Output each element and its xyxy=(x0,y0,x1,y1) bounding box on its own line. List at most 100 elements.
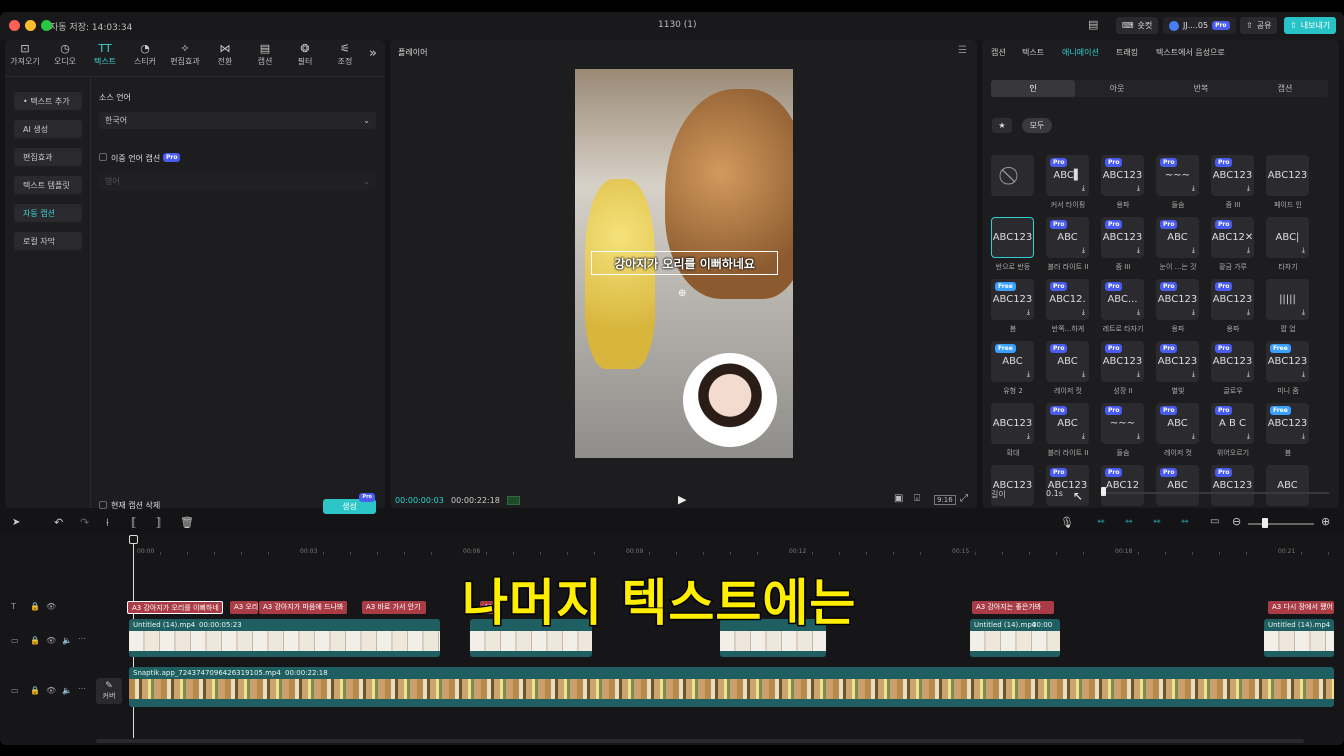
sidebar-item[interactable]: 텍스트 템플릿 xyxy=(14,176,82,194)
zoom-in-icon[interactable]: ⊕ xyxy=(1321,515,1330,528)
eye-icon[interactable]: 👁 xyxy=(46,686,56,695)
download-icon[interactable]: ⤓ xyxy=(1247,308,1250,317)
animation-tile[interactable]: ABC123 Pro ⤓ xyxy=(1101,155,1144,196)
share-button[interactable]: ⇪ 공유 xyxy=(1240,17,1278,34)
download-icon[interactable]: ⤓ xyxy=(1137,184,1140,193)
screenshot-icon[interactable]: ⌻ xyxy=(914,493,920,504)
subtab-2[interactable]: 반복 xyxy=(1159,80,1243,97)
more-icon[interactable]: ⋯ xyxy=(78,684,86,693)
tool-text[interactable]: TT 텍스트 xyxy=(85,42,125,67)
play-icon[interactable]: ▶ xyxy=(678,493,686,506)
magnet-icon[interactable]: ⇿ xyxy=(1125,517,1133,527)
lock-icon[interactable]: 🔒 xyxy=(30,636,40,645)
export-button[interactable]: ⇧ 내보내기 xyxy=(1284,17,1337,34)
animation-tile[interactable]: ABC Pro xyxy=(1156,465,1199,506)
download-icon[interactable]: ⤓ xyxy=(1192,370,1195,379)
text-clip[interactable]: A3 바로 가서 안기 xyxy=(362,601,426,614)
animation-tile[interactable]: ABC123 xyxy=(1266,155,1309,196)
redo-icon[interactable]: ↷ xyxy=(80,516,89,529)
animation-tile[interactable]: ⃠ xyxy=(991,155,1034,196)
download-icon[interactable]: ⤓ xyxy=(1192,308,1195,317)
animation-tile[interactable]: ABC123 Pro ⤓ xyxy=(1101,217,1144,258)
animation-tile[interactable]: ABC Pro ⤓ xyxy=(1156,403,1199,444)
zoom-out-icon[interactable]: ⊖ xyxy=(1232,515,1241,528)
delete-icon[interactable]: 🗑 xyxy=(180,516,194,529)
download-icon[interactable]: ⤓ xyxy=(1027,432,1030,441)
eye-icon[interactable]: 👁 xyxy=(46,602,56,611)
animation-tile[interactable]: ||||| ⤓ xyxy=(1266,279,1309,320)
delete-caption-checkbox[interactable] xyxy=(99,501,107,509)
playhead-handle[interactable] xyxy=(129,535,138,544)
download-icon[interactable]: ⤓ xyxy=(1082,432,1085,441)
audio-mute-icon[interactable]: 🔈 xyxy=(62,686,72,695)
download-icon[interactable]: ⤓ xyxy=(1247,370,1250,379)
download-icon[interactable]: ⤓ xyxy=(1137,308,1140,317)
subtab-1[interactable]: 아웃 xyxy=(1075,80,1159,97)
duration-slider[interactable] xyxy=(1102,492,1329,494)
tool-adjust[interactable]: ⚟ 조정 xyxy=(325,42,365,67)
download-icon[interactable]: ⤓ xyxy=(1302,246,1305,255)
animation-tile[interactable]: ABC▌ Pro ⤓ xyxy=(1046,155,1089,196)
caption-overlay[interactable]: 강아지가 오리를 이뻐하네요 xyxy=(591,251,778,275)
audio-mute-icon[interactable]: 🔈 xyxy=(62,636,72,645)
undo-icon[interactable]: ↶ xyxy=(54,516,63,529)
animation-tile[interactable]: ABC Free ⤓ xyxy=(991,341,1034,382)
zoom-slider-handle[interactable] xyxy=(1262,518,1268,528)
animation-tile[interactable]: ABC... Pro ⤓ xyxy=(1101,279,1144,320)
select-tool-icon[interactable]: ➤ xyxy=(12,517,20,528)
download-icon[interactable]: ⤓ xyxy=(1302,308,1305,317)
animation-tile[interactable]: ABC123 ⤓ xyxy=(991,403,1034,444)
cover-button[interactable]: ✎ 커버 xyxy=(96,678,122,704)
subtab-3[interactable]: 캡션 xyxy=(1243,80,1327,97)
sidebar-item[interactable]: AI 생성 xyxy=(14,120,82,138)
more-tools-button[interactable]: » xyxy=(369,46,377,61)
animation-tile[interactable]: ABC12. Pro ⤓ xyxy=(1046,279,1089,320)
eye-icon[interactable]: 👁 xyxy=(46,636,56,645)
microphone-icon[interactable]: 🎙 xyxy=(1060,516,1074,529)
layout-icon[interactable]: ▤ xyxy=(1088,18,1098,31)
sidebar-item[interactable]: • 텍스트 추가 xyxy=(14,92,82,110)
download-icon[interactable]: ⤓ xyxy=(1137,246,1140,255)
download-icon[interactable]: ⤓ xyxy=(1192,246,1195,255)
animation-tile[interactable]: ABC Pro ⤓ xyxy=(1156,217,1199,258)
tool-audio[interactable]: ◷ 오디오 xyxy=(45,42,85,67)
minimize-window-button[interactable] xyxy=(25,20,36,31)
animation-tile[interactable]: ABC123 Pro xyxy=(1211,465,1254,506)
shortcut-button[interactable]: ⌨ 숏컷 xyxy=(1116,17,1159,34)
lock-icon[interactable]: 🔒 xyxy=(30,686,40,695)
tool-import[interactable]: ⊡ 가져오기 xyxy=(5,42,45,67)
animation-tile[interactable]: ABC123 Free ⤓ xyxy=(1266,341,1309,382)
animation-tile[interactable]: ABC Pro ⤓ xyxy=(1046,341,1089,382)
download-icon[interactable]: ⤓ xyxy=(1192,432,1195,441)
animation-tile[interactable]: ABC12 Pro xyxy=(1101,465,1144,506)
all-filter[interactable]: 모두 xyxy=(1022,118,1052,133)
trim-left-icon[interactable]: ⟦ xyxy=(131,516,136,529)
tool-effects[interactable]: ✧ 편집효과 xyxy=(165,42,205,67)
favorites-filter[interactable]: ★ xyxy=(992,118,1012,133)
duration-slider-handle[interactable] xyxy=(1101,487,1106,496)
menu-icon[interactable]: ☰ xyxy=(958,45,967,56)
download-icon[interactable]: ⤓ xyxy=(1027,308,1030,317)
lock-icon[interactable]: 🔒 xyxy=(30,602,40,611)
animation-tile[interactable]: ABC xyxy=(1266,465,1309,506)
download-icon[interactable]: ⤓ xyxy=(1192,184,1195,193)
tab-1[interactable]: 텍스트 xyxy=(1022,47,1044,58)
zoom-slider[interactable] xyxy=(1248,523,1314,525)
generate-button[interactable]: 생성 Pro xyxy=(323,493,376,514)
link-icon[interactable]: ⇿ xyxy=(1097,517,1105,527)
align-icon[interactable]: ⇿ xyxy=(1181,517,1189,527)
tab-0[interactable]: 캡션 xyxy=(991,47,1006,58)
tab-3[interactable]: 트래킹 xyxy=(1116,47,1138,58)
animation-tile[interactable]: ABC123 xyxy=(991,217,1034,258)
animation-tile[interactable]: ABC123 Free ⤓ xyxy=(991,279,1034,320)
subtab-0[interactable]: 인 xyxy=(991,80,1075,97)
preview-icon[interactable]: ▭ xyxy=(1210,516,1219,527)
download-icon[interactable]: ⤓ xyxy=(1082,246,1085,255)
tool-sticker[interactable]: ◔ 스티커 xyxy=(125,42,165,67)
download-icon[interactable]: ⤓ xyxy=(1027,370,1030,379)
snap-icon[interactable]: ⇿ xyxy=(1153,517,1161,527)
ratio-button[interactable]: 9:16 xyxy=(934,495,956,505)
video-preview[interactable]: 강아지가 오리를 이뻐하네요 ⊕ xyxy=(575,69,793,458)
sidebar-item[interactable]: 편집효과 xyxy=(14,148,82,166)
text-clip[interactable]: A3 오리 xyxy=(230,601,258,614)
